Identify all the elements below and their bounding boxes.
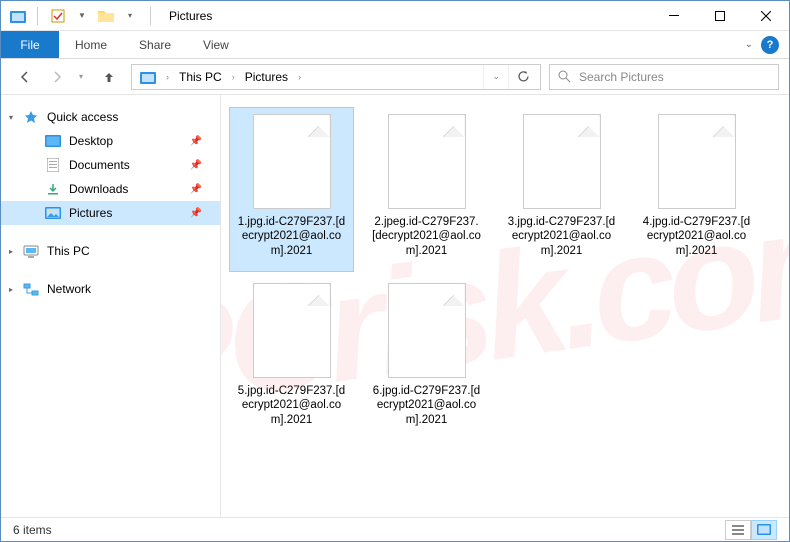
qat-dropdown-icon[interactable]: ▼ xyxy=(72,6,92,26)
app-icon[interactable] xyxy=(9,7,27,25)
refresh-button[interactable] xyxy=(508,65,538,89)
sidebar-item-label: Pictures xyxy=(69,206,112,220)
caret-right-icon: ▸ xyxy=(9,247,13,256)
sidebar-item-label: Documents xyxy=(69,158,130,172)
help-icon[interactable]: ? xyxy=(761,36,779,54)
titlebar: ▼ ▾ Pictures xyxy=(1,1,789,31)
desktop-icon xyxy=(45,133,61,149)
divider xyxy=(37,7,38,25)
pictures-icon xyxy=(45,205,61,221)
star-icon xyxy=(23,109,39,125)
item-count: 6 items xyxy=(13,523,52,537)
sidebar-label: This PC xyxy=(47,244,90,258)
network-icon xyxy=(23,281,39,297)
tab-view[interactable]: View xyxy=(187,31,245,58)
address-dropdown[interactable]: ⌄ xyxy=(483,65,508,89)
back-button[interactable] xyxy=(11,63,39,91)
view-toggle xyxy=(725,520,777,540)
file-item[interactable]: 5.jpg.id-C279F237.[decrypt2021@aol.com].… xyxy=(229,276,354,441)
chevron-right-icon[interactable]: › xyxy=(294,72,305,82)
file-name: 2.jpeg.id-C279F237.[decrypt2021@aol.com]… xyxy=(369,215,484,258)
sidebar-label: Network xyxy=(47,282,91,296)
search-icon xyxy=(558,70,571,83)
sidebar-item-label: Desktop xyxy=(69,134,113,148)
sidebar-this-pc[interactable]: ▸ This PC xyxy=(1,239,220,263)
breadcrumb-pictures[interactable]: Pictures xyxy=(239,65,294,89)
content-area[interactable]: PCrisk.com 1.jpg.id-C279F237.[decrypt202… xyxy=(221,95,789,517)
file-item[interactable]: 6.jpg.id-C279F237.[decrypt2021@aol.com].… xyxy=(364,276,489,441)
file-tab[interactable]: File xyxy=(1,31,59,58)
up-button[interactable] xyxy=(97,65,121,89)
file-name: 1.jpg.id-C279F237.[decrypt2021@aol.com].… xyxy=(234,215,349,258)
file-icon xyxy=(523,114,601,209)
details-view-button[interactable] xyxy=(725,520,751,540)
sidebar-item-label: Downloads xyxy=(69,182,128,196)
forward-button[interactable] xyxy=(43,63,71,91)
search-input[interactable]: Search Pictures xyxy=(549,64,779,90)
file-name: 5.jpg.id-C279F237.[decrypt2021@aol.com].… xyxy=(234,384,349,427)
file-name: 3.jpg.id-C279F237.[decrypt2021@aol.com].… xyxy=(504,215,619,258)
maximize-button[interactable] xyxy=(697,1,743,31)
expand-ribbon-icon[interactable]: ⌄ xyxy=(745,39,753,50)
main: ▾ Quick access Desktop 📌 Documents 📌 Dow… xyxy=(1,95,789,517)
sidebar-quick-access[interactable]: ▾ Quick access xyxy=(1,105,220,129)
breadcrumb-thispc[interactable]: This PC xyxy=(173,65,228,89)
file-icon xyxy=(253,283,331,378)
documents-icon xyxy=(45,157,61,173)
icons-view-button[interactable] xyxy=(751,520,777,540)
file-icon xyxy=(253,114,331,209)
chevron-right-icon[interactable]: › xyxy=(228,72,239,82)
close-button[interactable] xyxy=(743,1,789,31)
file-icon xyxy=(388,283,466,378)
statusbar: 6 items xyxy=(1,517,789,541)
window-title: Pictures xyxy=(169,9,212,23)
divider xyxy=(150,7,151,25)
tab-share[interactable]: Share xyxy=(123,31,187,58)
pin-icon: 📌 xyxy=(190,184,202,195)
history-dropdown[interactable]: ▾ xyxy=(75,72,87,81)
caret-right-icon: ▸ xyxy=(9,285,13,294)
sidebar-item-documents[interactable]: Documents 📌 xyxy=(1,153,220,177)
file-item[interactable]: 3.jpg.id-C279F237.[decrypt2021@aol.com].… xyxy=(499,107,624,272)
tab-home[interactable]: Home xyxy=(59,31,123,58)
address-bar[interactable]: › This PC › Pictures › ⌄ xyxy=(131,64,541,90)
navbar: ▾ › This PC › Pictures › ⌄ Search Pictur… xyxy=(1,59,789,95)
titlebar-left: ▼ ▾ Pictures xyxy=(1,6,212,26)
qat-properties-icon[interactable] xyxy=(48,6,68,26)
minimize-button[interactable] xyxy=(651,1,697,31)
computer-icon xyxy=(23,243,39,259)
file-item[interactable]: 4.jpg.id-C279F237.[decrypt2021@aol.com].… xyxy=(634,107,759,272)
pin-icon: 📌 xyxy=(190,160,202,171)
file-icon xyxy=(388,114,466,209)
file-item[interactable]: 1.jpg.id-C279F237.[decrypt2021@aol.com].… xyxy=(229,107,354,272)
chevron-right-icon[interactable]: › xyxy=(162,72,173,82)
file-icon xyxy=(658,114,736,209)
sidebar-label: Quick access xyxy=(47,110,118,124)
sidebar-network[interactable]: ▸ Network xyxy=(1,277,220,301)
caret-down-icon: ▾ xyxy=(9,113,13,122)
ribbon: File Home Share View ⌄ ? xyxy=(1,31,789,59)
pin-icon: 📌 xyxy=(190,136,202,147)
file-item[interactable]: 2.jpeg.id-C279F237.[decrypt2021@aol.com]… xyxy=(364,107,489,272)
sidebar-item-pictures[interactable]: Pictures 📌 xyxy=(1,201,220,225)
search-placeholder: Search Pictures xyxy=(579,70,664,84)
downloads-icon xyxy=(45,181,61,197)
qat-menu-dropdown-icon[interactable]: ▾ xyxy=(120,6,140,26)
file-name: 6.jpg.id-C279F237.[decrypt2021@aol.com].… xyxy=(369,384,484,427)
pin-icon: 📌 xyxy=(190,208,202,219)
sidebar-item-desktop[interactable]: Desktop 📌 xyxy=(1,129,220,153)
sidebar: ▾ Quick access Desktop 📌 Documents 📌 Dow… xyxy=(1,95,221,517)
breadcrumb-root-icon[interactable] xyxy=(134,65,162,89)
qat-newfolder-icon[interactable] xyxy=(96,6,116,26)
window-controls xyxy=(651,1,789,31)
file-name: 4.jpg.id-C279F237.[decrypt2021@aol.com].… xyxy=(639,215,754,258)
sidebar-item-downloads[interactable]: Downloads 📌 xyxy=(1,177,220,201)
